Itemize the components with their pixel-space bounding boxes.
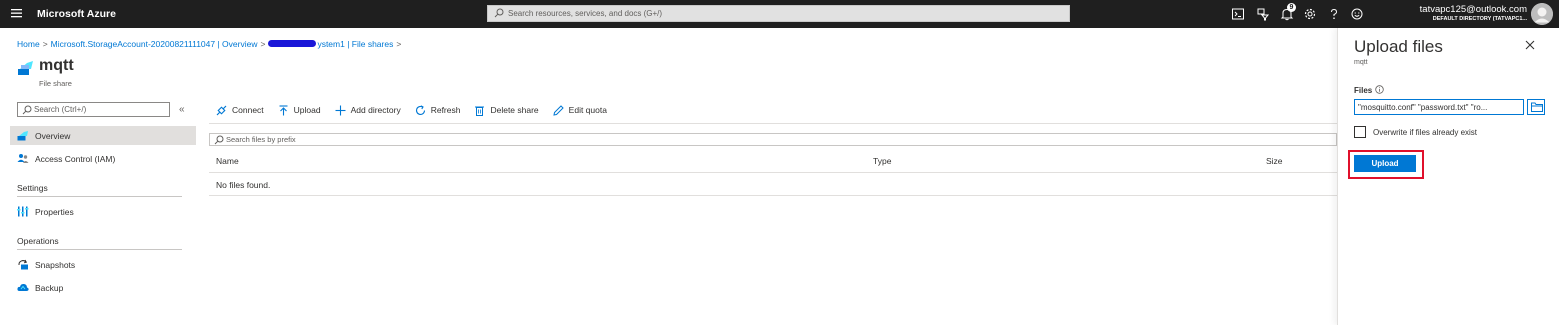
connect-button[interactable]: Connect: [216, 105, 264, 116]
upload-icon: [279, 104, 288, 115]
help-icon[interactable]: [1327, 7, 1341, 21]
info-icon[interactable]: [1375, 85, 1384, 96]
sidebar-item-label: Properties: [35, 207, 74, 217]
plus-icon: [335, 105, 346, 115]
notification-count-badge: 9: [1287, 3, 1296, 12]
upload-button[interactable]: Upload: [1354, 155, 1416, 172]
sidebar-item-snapshots[interactable]: Snapshots: [10, 255, 196, 274]
nav-search-input[interactable]: [34, 104, 164, 115]
column-header-size[interactable]: Size: [1266, 156, 1283, 166]
sidebar-item-properties[interactable]: Properties: [10, 202, 196, 221]
avatar[interactable]: [1531, 3, 1553, 25]
toolbar-divider: [209, 123, 1337, 124]
breadcrumb-separator: >: [260, 39, 266, 49]
file-search-input[interactable]: [226, 134, 626, 145]
directory-filter-icon[interactable]: [1256, 7, 1270, 21]
overwrite-label[interactable]: Overwrite if files already exist: [1373, 128, 1477, 137]
file-share-icon: [17, 60, 35, 78]
add-directory-button[interactable]: Add directory: [335, 105, 401, 116]
sidebar-item-label: Backup: [35, 283, 64, 293]
breadcrumb-storage-account[interactable]: Microsoft.StorageAccount-20200821111047 …: [51, 39, 258, 49]
search-icon: [22, 105, 32, 117]
redaction-mark: [268, 40, 317, 48]
feedback-smiley-icon[interactable]: [1350, 7, 1364, 21]
empty-files-message: No files found.: [216, 180, 271, 190]
folder-icon: [1531, 102, 1543, 112]
panel-title: Upload files: [1354, 37, 1443, 56]
close-icon[interactable]: [1525, 40, 1535, 52]
notifications-icon[interactable]: 9: [1280, 3, 1296, 21]
sidebar-item-label: Access Control (IAM): [35, 154, 116, 164]
refresh-label: Refresh: [430, 105, 461, 115]
settings-gear-icon[interactable]: [1303, 7, 1317, 21]
account-directory: DEFAULT DIRECTORY (TATVAPC1...: [1432, 16, 1527, 22]
sidebar-item-backup[interactable]: Backup: [10, 278, 196, 297]
breadcrumb-home[interactable]: Home: [17, 39, 40, 49]
table-header-divider: [209, 172, 1337, 173]
browse-folder-button[interactable]: [1527, 99, 1545, 115]
breadcrumb: Home > Microsoft.StorageAccount-2020082111…: [17, 39, 404, 49]
pencil-icon: [553, 104, 564, 116]
upload-toolbar-button[interactable]: Upload: [278, 104, 321, 116]
snapshots-icon: [17, 259, 29, 272]
breadcrumb-separator: >: [396, 39, 402, 49]
hamburger-menu-icon[interactable]: [10, 6, 24, 20]
overwrite-checkbox[interactable]: [1354, 126, 1366, 138]
breadcrumb-file-shares[interactable]: ystem1 | File shares: [317, 39, 393, 49]
column-header-name[interactable]: Name: [216, 156, 239, 166]
files-label: Files: [1354, 86, 1373, 95]
refresh-icon: [415, 104, 425, 115]
delete-share-button[interactable]: Delete share: [474, 105, 539, 116]
account-email: tatvapc125@outlook.com: [1419, 4, 1527, 15]
connect-icon: [216, 105, 227, 115]
sidebar-section-operations: Operations: [17, 236, 182, 250]
search-icon: [494, 8, 504, 20]
sidebar-item-label: Overview: [35, 131, 71, 141]
cloud-shell-icon[interactable]: [1231, 7, 1245, 21]
file-share-icon: [17, 130, 29, 143]
global-search-input[interactable]: [508, 7, 1063, 20]
upload-label: Upload: [293, 105, 321, 115]
add-directory-label: Add directory: [350, 105, 401, 115]
sidebar-section-settings: Settings: [17, 183, 182, 197]
page-subtitle: File share: [39, 79, 72, 88]
top-bar: Microsoft Azure 9 tatvapc125@outlook.com…: [0, 0, 1559, 28]
file-search-box[interactable]: [209, 133, 1337, 146]
upload-files-panel: Upload files mqtt Files Overwrite if fil…: [1337, 28, 1559, 325]
panel-subtitle: mqtt: [1354, 59, 1368, 66]
sidebar-item-label: Snapshots: [35, 260, 76, 270]
breadcrumb-separator: >: [42, 39, 48, 49]
table-row-divider: [209, 195, 1337, 196]
people-icon: [17, 153, 29, 166]
page-title: mqtt: [39, 57, 74, 74]
collapse-sidebar-button[interactable]: «: [179, 104, 185, 115]
backup-cloud-icon: [17, 282, 29, 295]
refresh-button[interactable]: Refresh: [415, 104, 461, 116]
edit-quota-label: Edit quota: [568, 105, 607, 115]
search-icon: [214, 135, 224, 147]
sidebar-item-access-control[interactable]: Access Control (IAM): [10, 149, 196, 168]
column-header-type[interactable]: Type: [873, 156, 891, 166]
connect-label: Connect: [232, 105, 264, 115]
account-menu[interactable]: tatvapc125@outlook.com DEFAULT DIRECTORY…: [1412, 4, 1527, 23]
edit-quota-button[interactable]: Edit quota: [553, 104, 607, 116]
command-toolbar: Connect Upload Add directory Refresh Del…: [216, 103, 621, 117]
brand-logo-text[interactable]: Microsoft Azure: [37, 8, 116, 20]
sidebar-item-overview[interactable]: Overview: [10, 126, 196, 145]
nav-search-box[interactable]: [17, 102, 170, 117]
files-input[interactable]: [1354, 99, 1524, 115]
global-search-box[interactable]: [487, 5, 1070, 22]
properties-icon: [17, 206, 29, 219]
delete-share-label: Delete share: [490, 105, 539, 115]
trash-icon: [475, 106, 485, 116]
